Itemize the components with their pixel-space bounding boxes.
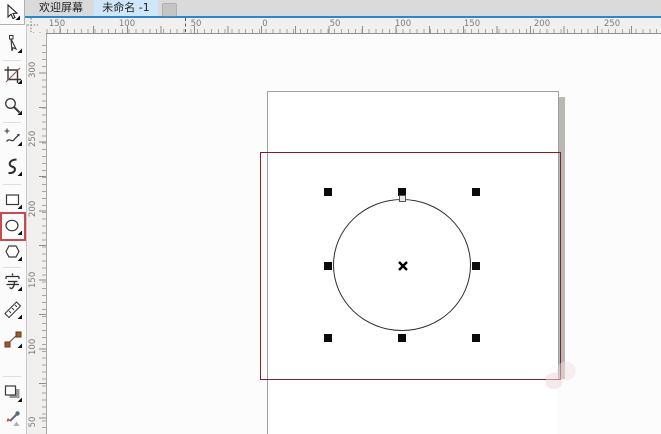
pick-tool-icon [3,3,21,21]
shape-tool[interactable] [2,33,24,55]
selection-handle-middle-left[interactable] [324,262,332,270]
dimension-tool-icon [3,300,23,320]
ellipse-top-node[interactable] [399,195,406,202]
vruler-label: 50 [28,416,38,428]
hruler-label: 250 [604,19,620,29]
vruler-label: 300 [28,66,38,78]
pick-tool[interactable] [0,0,25,25]
vertical-ruler[interactable]: 300 250 200 150 100 50 [26,33,46,434]
hruler-label: 150 [49,19,65,29]
tab-welcome-screen[interactable]: 欢迎屏幕 [30,0,92,16]
toolbox-separator [3,184,21,185]
ruler-origin-corner[interactable] [24,18,46,32]
selection-handle-top-right[interactable] [472,188,480,196]
freehand-tool-icon [3,127,23,147]
freehand-tool[interactable] [2,126,24,148]
selection-center-x-mark[interactable] [397,260,409,272]
hruler-label: 100 [395,19,411,29]
text-tool[interactable] [2,271,24,293]
vruler-label: 150 [28,276,38,288]
hruler-label: 150 [464,19,480,29]
artistic-media-icon [3,157,23,177]
connector-tool[interactable] [2,328,24,350]
hruler-label: 50 [191,19,202,29]
color-eyedropper-tool[interactable] [2,408,24,430]
drop-shadow-tool-icon [3,383,23,403]
selection-handle-bottom-right[interactable] [472,334,480,342]
rectangle-tool[interactable] [2,189,24,211]
artistic-media-tool[interactable] [2,156,24,178]
drawing-canvas[interactable] [46,33,661,434]
ellipse-tool-icon [3,216,23,236]
selection-handle-bottom-middle[interactable] [398,334,406,342]
tab-untitled-document[interactable]: 未命名 -1 [94,0,158,18]
ruler-position-marker [185,18,186,32]
coreldraw-window: 欢迎屏幕未命名 -1 150 100 50 0 50 100 150 200 250 300 25… [0,0,661,434]
toolbox-separator [3,122,21,123]
hruler-label: 100 [119,19,135,29]
horizontal-ruler[interactable]: 150 100 50 0 50 100 150 200 250 [24,18,661,34]
toolbox [0,24,27,434]
toolbox-separator [3,60,21,61]
selection-handle-bottom-left[interactable] [324,334,332,342]
hruler-label: 50 [330,19,341,29]
hruler-label: 200 [534,19,550,29]
hruler-label: 0 [262,19,267,29]
connector-tool-icon [3,329,23,349]
zoom-tool-icon [3,96,23,116]
selection-handle-middle-right[interactable] [472,262,480,270]
vruler-label: 100 [28,343,38,355]
text-tool-icon [3,272,23,292]
tab-ghost-icon[interactable] [162,3,177,17]
toolbox-separator [3,376,21,377]
crop-tool[interactable] [2,64,24,86]
rectangle-tool-icon [3,190,23,210]
eyedropper-tool-icon [3,409,23,429]
zoom-tool[interactable] [2,95,24,117]
shape-tool-icon [3,34,23,54]
toolbox-separator [3,267,21,268]
dimension-tool[interactable] [2,299,24,321]
polygon-tool[interactable] [2,241,24,263]
selection-handle-top-left[interactable] [324,188,332,196]
vruler-label: 250 [28,135,38,147]
document-tab-bar: 欢迎屏幕未命名 -1 [24,0,661,18]
drop-shadow-tool[interactable] [2,382,24,404]
crop-tool-icon [3,65,23,85]
ellipse-tool[interactable] [2,215,24,237]
polygon-tool-icon [3,242,23,262]
vruler-label: 200 [28,205,38,217]
